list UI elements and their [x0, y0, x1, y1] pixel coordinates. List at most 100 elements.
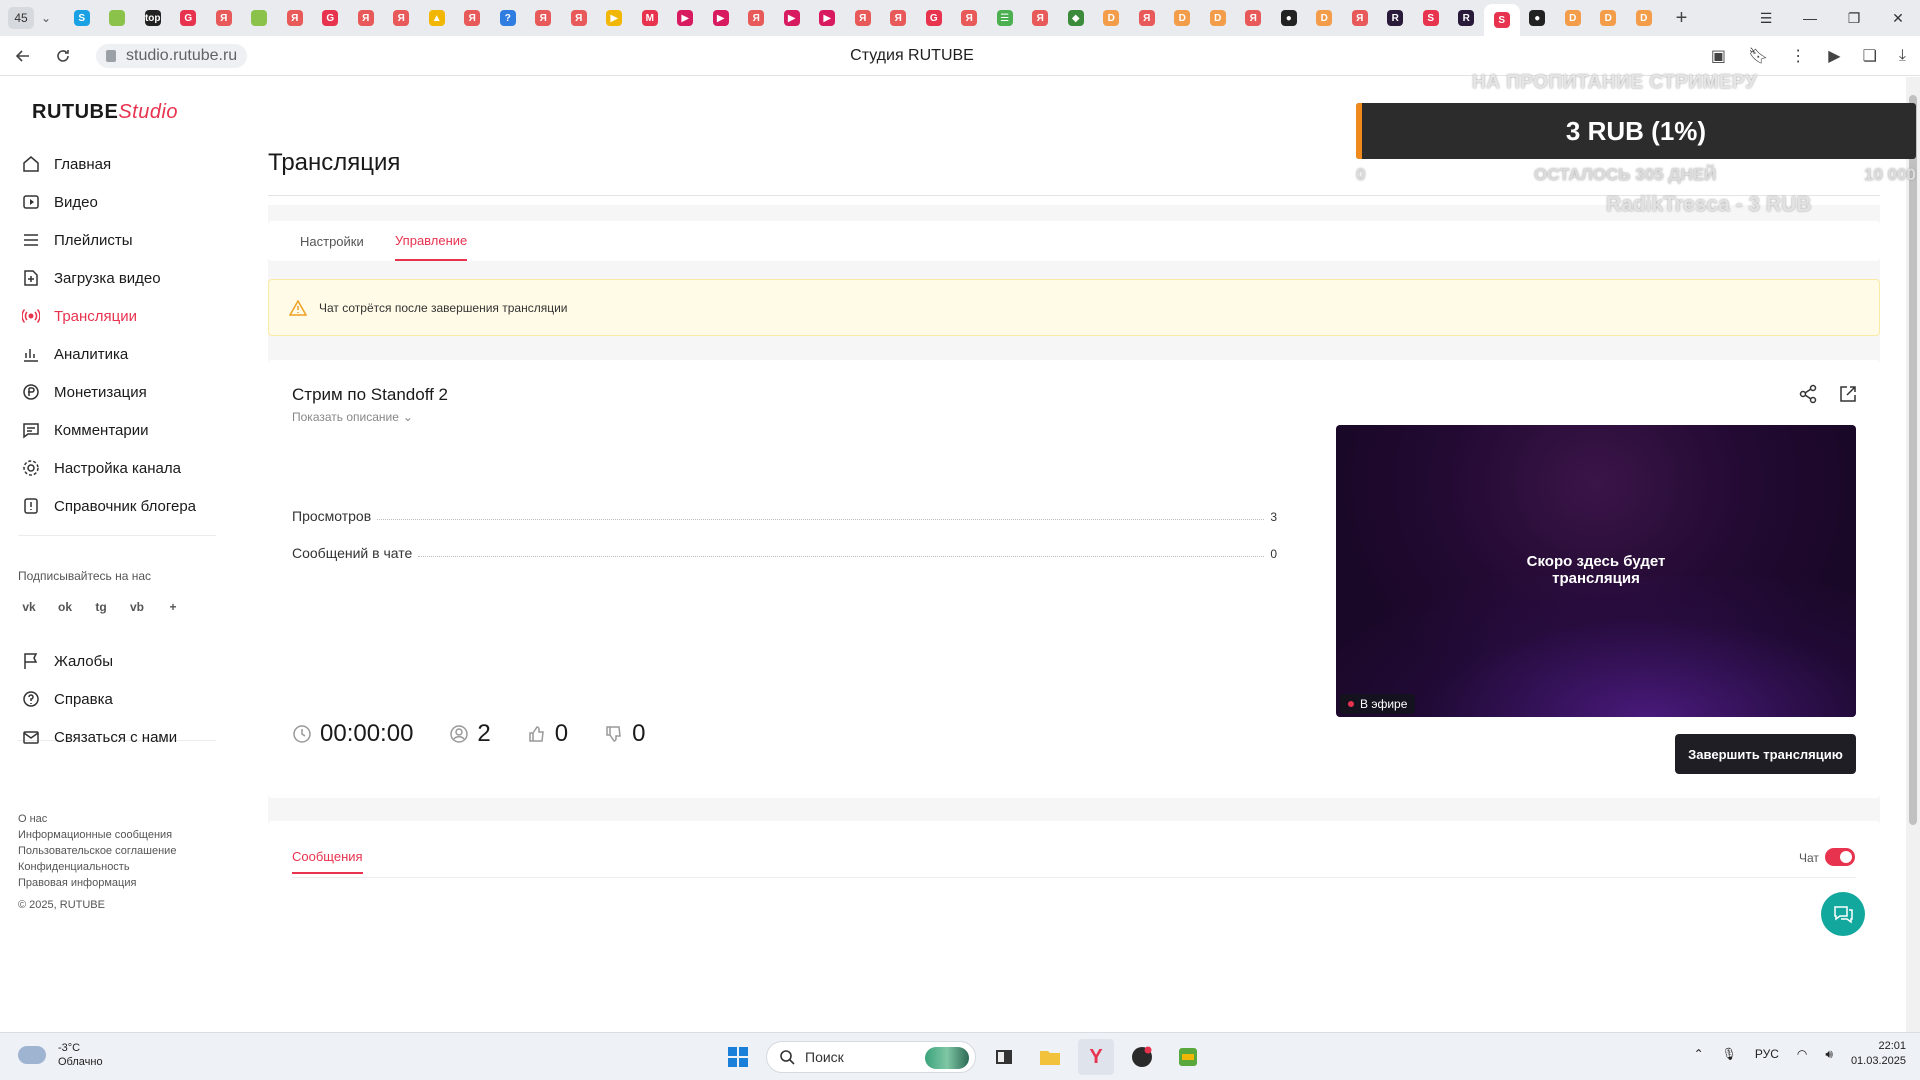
sidebar-item-guide[interactable]: Справочник блогера — [0, 487, 216, 525]
media-icon[interactable]: ▶ — [1828, 46, 1840, 66]
browser-tab[interactable]: Я — [561, 4, 597, 32]
footer-link[interactable]: Информационные сообщения — [18, 827, 176, 843]
browser-tab[interactable]: S — [64, 4, 100, 32]
browser-tab[interactable]: ? — [490, 4, 526, 32]
support-chat-button[interactable] — [1821, 892, 1865, 936]
browser-tab[interactable]: D — [1591, 4, 1627, 32]
browser-tab[interactable]: ▶ — [774, 4, 810, 32]
minimize-button[interactable]: — — [1788, 10, 1832, 26]
obs-icon[interactable] — [1124, 1039, 1160, 1075]
browser-tab[interactable]: Я — [1236, 4, 1272, 32]
viber-icon[interactable]: vb — [126, 596, 148, 618]
browser-tab[interactable]: S — [1413, 4, 1449, 32]
browser-tab[interactable]: ▶ — [597, 4, 633, 32]
browser-tab[interactable]: D — [1626, 4, 1662, 32]
browser-tab[interactable]: Я — [455, 4, 491, 32]
more-icon[interactable]: + — [162, 596, 184, 618]
browser-tab[interactable]: Я — [1342, 4, 1378, 32]
browser-tab[interactable]: Я — [1023, 4, 1059, 32]
browser-tab[interactable]: Я — [845, 4, 881, 32]
browser-tab[interactable]: Я — [952, 4, 988, 32]
tab-counter[interactable]: 45 — [8, 7, 34, 29]
browser-tab[interactable]: Я — [348, 4, 384, 32]
show-description-toggle[interactable]: Показать описание ⌄ — [292, 410, 413, 424]
sidebar-item-flag[interactable]: Жалобы — [0, 642, 216, 680]
chat-toggle[interactable] — [1825, 848, 1855, 866]
share-icon[interactable] — [1798, 384, 1818, 409]
sidebar-item-broadcast[interactable]: Трансляции — [0, 297, 216, 335]
tab-settings[interactable]: Настройки — [300, 221, 364, 261]
browser-tab[interactable]: ☰ — [987, 4, 1023, 32]
browser-tab[interactable] — [100, 4, 136, 32]
sidebar-item-upload[interactable]: Загрузка видео — [0, 259, 216, 297]
end-stream-button[interactable]: Завершить трансляцию — [1675, 734, 1856, 774]
file-explorer-icon[interactable] — [1032, 1039, 1068, 1075]
vk-icon[interactable]: vk — [18, 596, 40, 618]
sidebar-item-help-circle[interactable]: Справка — [0, 680, 216, 718]
browser-tab[interactable]: Я — [277, 4, 313, 32]
rutube-studio-logo[interactable]: RUTUBEStudio — [32, 101, 178, 124]
volume-icon[interactable]: 🔊︎ — [1825, 1047, 1833, 1062]
browser-tab[interactable]: S — [1484, 4, 1520, 36]
browser-tab[interactable]: D — [1165, 4, 1201, 32]
browser-tab[interactable]: М — [632, 4, 668, 32]
more-menu-icon[interactable]: ⋮ — [1790, 46, 1806, 66]
sidebar-item-playlist[interactable]: Плейлисты — [0, 221, 216, 259]
footer-link[interactable]: Правовая информация — [18, 875, 176, 891]
sidebar-item-analytics[interactable]: Аналитика — [0, 335, 216, 373]
extensions-icon[interactable]: ▣ — [1711, 46, 1726, 66]
bookmark-icon[interactable]: 🔖︎ — [1748, 46, 1768, 66]
reload-button[interactable] — [46, 39, 80, 73]
weather-widget[interactable]: -3°C Облачно — [18, 1041, 103, 1069]
task-view-icon[interactable] — [986, 1039, 1022, 1075]
wifi-icon[interactable]: ◠ — [1797, 1047, 1807, 1061]
tab-messages[interactable]: Сообщения — [292, 849, 363, 874]
sidebar-item-comments[interactable]: Комментарии — [0, 411, 216, 449]
browser-tab[interactable]: G — [171, 4, 207, 32]
tab-list-chevron-icon[interactable]: ⌄ — [34, 11, 58, 25]
tab-management[interactable]: Управление — [395, 221, 468, 261]
footer-link[interactable]: Пользовательское соглашение — [18, 843, 176, 859]
restore-button[interactable]: ❐ — [1832, 10, 1876, 27]
sidebar-item-monetization[interactable]: Монетизация — [0, 373, 216, 411]
new-tab-button[interactable]: + — [1668, 7, 1696, 30]
sidebar-item-home[interactable]: Главная — [0, 145, 216, 183]
sidebar-item-video[interactable]: Видео — [0, 183, 216, 221]
browser-tab[interactable]: D — [1094, 4, 1130, 32]
browser-tab[interactable]: D — [1555, 4, 1591, 32]
download-icon[interactable]: ⤓ — [1899, 47, 1906, 65]
footer-link[interactable]: Конфиденциальность — [18, 859, 176, 875]
footer-link[interactable]: О нас — [18, 811, 176, 827]
game-launcher-icon[interactable] — [1170, 1039, 1206, 1075]
browser-tab[interactable]: ▶ — [668, 4, 704, 32]
browser-tab[interactable] — [242, 4, 278, 32]
telegram-icon[interactable]: tg — [90, 596, 112, 618]
open-external-icon[interactable] — [1838, 384, 1858, 409]
language-indicator[interactable]: РУС — [1755, 1047, 1779, 1061]
browser-tab[interactable]: Я — [526, 4, 562, 32]
back-button[interactable] — [6, 39, 40, 73]
stream-preview[interactable]: Скоро здесь будет трансляция В эфире — [1336, 425, 1856, 717]
browser-tab[interactable]: D — [1200, 4, 1236, 32]
browser-menu-icon[interactable]: ☰ — [1744, 10, 1788, 27]
browser-tab[interactable]: ▶ — [810, 4, 846, 32]
collections-icon[interactable]: ❏ — [1863, 46, 1877, 66]
close-button[interactable]: ✕ — [1876, 10, 1920, 27]
browser-tab[interactable]: Я — [1129, 4, 1165, 32]
browser-tab[interactable]: Я — [206, 4, 242, 32]
browser-tab[interactable]: Я — [881, 4, 917, 32]
browser-tab[interactable]: D — [1307, 4, 1343, 32]
browser-tab[interactable]: Я — [739, 4, 775, 32]
browser-tab[interactable]: ● — [1271, 4, 1307, 32]
browser-tab[interactable]: R — [1378, 4, 1414, 32]
clock[interactable]: 22:01 01.03.2025 — [1851, 1039, 1906, 1069]
browser-tab[interactable]: G — [916, 4, 952, 32]
browser-tab[interactable]: Я — [384, 4, 420, 32]
browser-tab[interactable]: G — [313, 4, 349, 32]
url-field[interactable]: studio.rutube.ru — [96, 43, 248, 68]
sidebar-item-mail[interactable]: Связаться с нами — [0, 718, 216, 756]
taskbar-search[interactable]: Поиск — [766, 1041, 976, 1073]
browser-tab[interactable]: ◆ — [1058, 4, 1094, 32]
windows-start-icon[interactable] — [720, 1039, 756, 1075]
browser-tab[interactable]: ● — [1520, 4, 1556, 32]
